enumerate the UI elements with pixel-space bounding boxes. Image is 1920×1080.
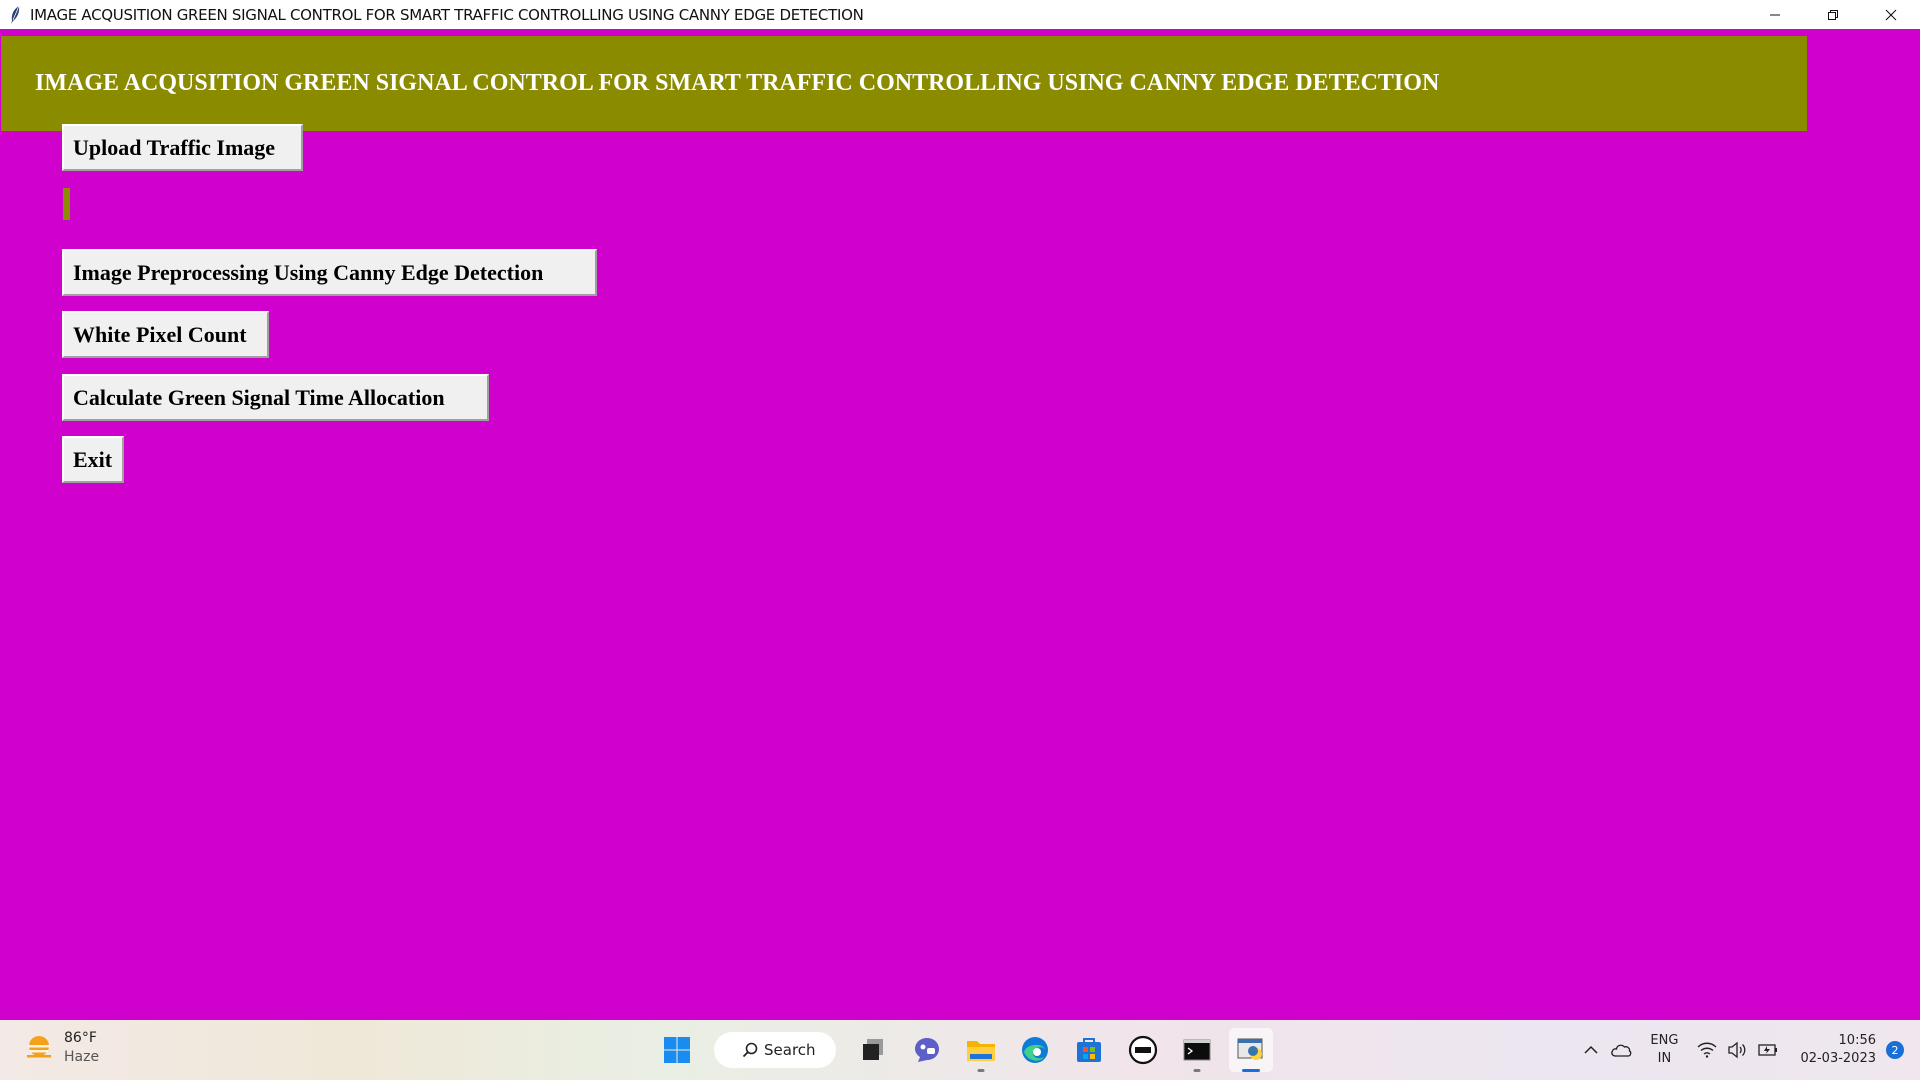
dell-app-button[interactable]: [1121, 1028, 1165, 1072]
store-button[interactable]: [1067, 1028, 1111, 1072]
window-titlebar: IMAGE ACQUSITION GREEN SIGNAL CONTROL FO…: [0, 0, 1920, 29]
minimize-icon: [1770, 14, 1780, 15]
running-indicator: [1193, 1069, 1201, 1072]
running-indicator: [977, 1069, 985, 1072]
path-label: [63, 188, 70, 220]
python-tk-icon: [1237, 1038, 1263, 1060]
feather-icon: [6, 4, 24, 26]
network-button[interactable]: [1693, 1036, 1721, 1064]
language-indicator[interactable]: ENG IN: [1650, 1032, 1678, 1068]
weather-condition: Haze: [64, 1049, 100, 1065]
python-app-button[interactable]: [1229, 1028, 1273, 1072]
close-button[interactable]: [1862, 0, 1920, 29]
app-window: IMAGE ACQUSITION GREEN SIGNAL CONTROL FO…: [0, 29, 1920, 1020]
chevron-up-icon: [1584, 1045, 1598, 1054]
weather-temp: 86°F: [64, 1030, 97, 1046]
chat-button[interactable]: [905, 1028, 949, 1072]
task-view-button[interactable]: [851, 1028, 895, 1072]
system-tray: ENG IN 10:56 02-03-2023 2: [1576, 1020, 1920, 1080]
edge-icon: [1022, 1037, 1048, 1063]
restore-icon: [1828, 9, 1838, 20]
windows-logo-icon: [664, 1037, 690, 1063]
haze-sun-icon: [27, 1036, 51, 1058]
start-button[interactable]: [655, 1028, 699, 1072]
running-indicator: [1242, 1069, 1260, 1072]
region-code: IN: [1657, 1051, 1672, 1066]
search-icon: [742, 1042, 758, 1058]
taskbar-search[interactable]: Search: [714, 1032, 836, 1068]
cloud-icon: [1611, 1044, 1632, 1057]
store-icon: [1077, 1038, 1101, 1062]
exit-button[interactable]: Exit: [62, 436, 124, 483]
file-explorer-button[interactable]: [959, 1028, 1003, 1072]
header-banner: IMAGE ACQUSITION GREEN SIGNAL CONTROL FO…: [1, 36, 1807, 131]
green-signal-time-button[interactable]: Calculate Green Signal Time Allocation: [62, 374, 489, 421]
taskbar-apps: Search: [650, 1026, 1278, 1074]
volume-button[interactable]: [1723, 1036, 1751, 1064]
window-controls: [1746, 0, 1920, 29]
window-title: IMAGE ACQUSITION GREEN SIGNAL CONTROL FO…: [30, 5, 864, 24]
search-label: Search: [764, 1041, 816, 1059]
show-hidden-icons-button[interactable]: [1577, 1036, 1605, 1064]
clock-time: 10:56: [1838, 1033, 1876, 1048]
chat-icon: [915, 1038, 939, 1062]
clock-date: 02-03-2023: [1800, 1051, 1876, 1066]
onedrive-button[interactable]: [1607, 1036, 1635, 1064]
white-pixel-count-button[interactable]: White Pixel Count: [62, 311, 269, 358]
battery-charging-icon: [1758, 1044, 1778, 1056]
folder-icon: [967, 1041, 995, 1061]
speaker-icon: [1728, 1041, 1746, 1059]
taskbar: 86°F Haze Search ENG IN 10:56 02-03-2023…: [0, 1020, 1920, 1080]
minimize-button[interactable]: [1746, 0, 1804, 29]
clock[interactable]: 10:56 02-03-2023: [1800, 1032, 1876, 1068]
weather-widget[interactable]: 86°F Haze: [24, 1029, 99, 1067]
notification-badge[interactable]: 2: [1886, 1041, 1904, 1059]
edge-browser-button[interactable]: [1013, 1028, 1057, 1072]
upload-traffic-image-button[interactable]: Upload Traffic Image: [62, 124, 303, 171]
terminal-button[interactable]: [1175, 1028, 1219, 1072]
dell-logo-icon: [1128, 1035, 1158, 1065]
task-view-icon: [863, 1039, 883, 1060]
language-code: ENG: [1650, 1033, 1679, 1048]
close-icon: [1885, 9, 1897, 20]
terminal-icon: [1183, 1039, 1211, 1061]
app-heading: IMAGE ACQUSITION GREEN SIGNAL CONTROL FO…: [35, 70, 1440, 96]
wifi-icon: [1697, 1042, 1717, 1058]
restore-button[interactable]: [1804, 0, 1862, 29]
battery-button[interactable]: [1753, 1036, 1781, 1064]
canny-preprocessing-button[interactable]: Image Preprocessing Using Canny Edge Det…: [62, 249, 597, 296]
